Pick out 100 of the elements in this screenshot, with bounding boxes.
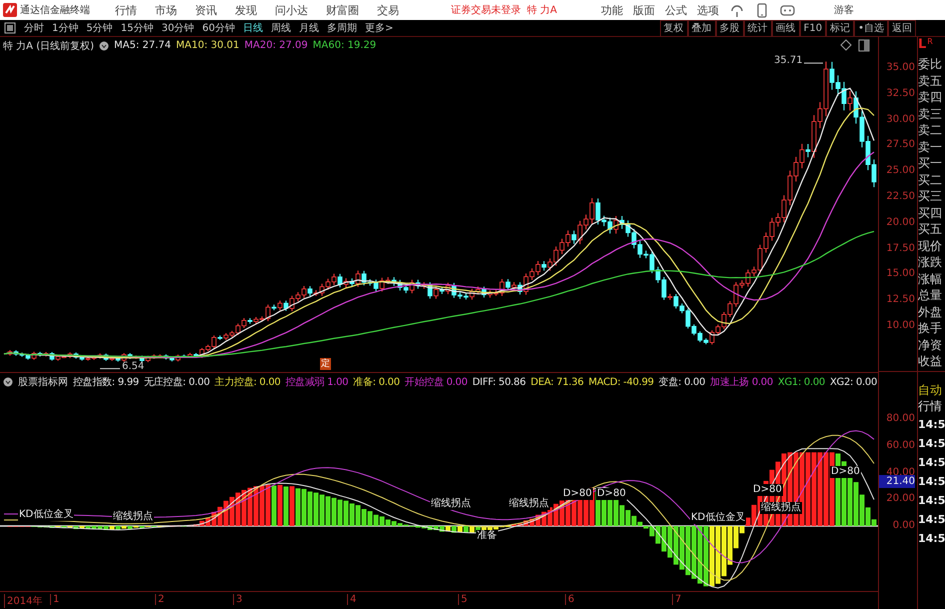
period-tab[interactable]: 15分钟	[120, 21, 154, 35]
panel-toggle[interactable]: R	[927, 37, 933, 47]
signal-marker: 定	[320, 358, 331, 370]
date-label: 4	[347, 594, 356, 606]
trade-time: 14:5	[918, 437, 945, 451]
leader-line	[100, 368, 120, 369]
period-tab[interactable]: 更多>	[364, 21, 394, 35]
period-tab[interactable]: 周线	[270, 21, 291, 35]
menu-item[interactable]: 选项	[697, 2, 720, 18]
quote-label: 卖五	[918, 74, 943, 88]
axis-label: 80.00	[885, 413, 916, 425]
period-tab[interactable]: 多周期	[326, 21, 357, 35]
quote-label: 外盘	[918, 304, 943, 320]
axis-label: 0.00	[892, 520, 916, 532]
ma-value: MA60: 19.29	[312, 40, 376, 52]
panel-toggle[interactable]: L	[918, 37, 926, 53]
chart-title: 特 力A (日线前复权)	[3, 40, 94, 53]
high-price-label: 35.71	[774, 54, 803, 66]
toolbar-button[interactable]: 统计	[744, 20, 772, 36]
ma-value: MA10: 30.01	[176, 40, 240, 52]
toolbar-button[interactable]: 复权	[660, 20, 688, 36]
quote-label: 卖四	[918, 90, 943, 105]
trade-time: 14:5	[918, 475, 945, 489]
signal-label: D>80	[752, 484, 783, 496]
trade-time: 14:5	[918, 513, 945, 527]
axis-label: 12.50	[885, 293, 916, 308]
panel-tab[interactable]: 自动	[918, 382, 945, 398]
menu-item[interactable]: 功能	[601, 2, 624, 18]
panel-tab[interactable]: 行情	[918, 398, 945, 414]
menu-item[interactable]: 发现	[235, 2, 257, 18]
stock-name: 特 力A	[527, 4, 558, 17]
indicator-value: 开始控盘 0.00	[404, 376, 468, 390]
date-label: 5	[458, 594, 468, 606]
period-tab[interactable]: 1分钟	[52, 21, 78, 35]
layout-icon[interactable]	[858, 39, 870, 52]
user-name[interactable]: 游客	[834, 3, 854, 17]
toolbar-button[interactable]: 返回	[888, 20, 916, 36]
indicator-value: 主力控盘: 0.00	[214, 376, 280, 390]
quote-label: 买一	[918, 156, 943, 171]
trade-time: 14:5	[918, 494, 945, 508]
menu-item[interactable]: 版面	[633, 2, 656, 18]
axis-label: 35.00	[885, 61, 916, 75]
date-label: 2014年	[4, 594, 42, 608]
toolbar-button[interactable]: F10	[800, 20, 826, 36]
chat-icon[interactable]	[779, 2, 796, 18]
login-notice: 证券交易未登录	[451, 4, 521, 17]
low-price-label: 6.54	[122, 361, 144, 372]
axis-label: 20.00	[885, 216, 916, 230]
signal-label: KD低位金叉	[18, 509, 74, 522]
quote-label: 卖一	[918, 140, 943, 154]
signal-label: 缩线拐点	[760, 502, 802, 514]
dropdown-icon[interactable]	[3, 377, 13, 388]
indicator-value: XG2: 0.00	[830, 376, 878, 388]
axis-label: 20.00	[885, 493, 916, 506]
phone-icon[interactable]	[755, 2, 770, 18]
menu-item[interactable]: 市场	[155, 2, 177, 18]
toolbar-button[interactable]: •自选	[854, 20, 888, 36]
menu-item[interactable]: 财富圈	[326, 2, 359, 18]
menu-item[interactable]: 资讯	[195, 2, 217, 18]
current-value-label: 21.40	[879, 475, 915, 488]
period-tab[interactable]: 30分钟	[161, 21, 194, 35]
logo-icon	[3, 3, 17, 17]
indicator-value: 准备: 0.00	[353, 376, 400, 390]
toolbar-button[interactable]: 标记	[826, 20, 854, 36]
menu-item[interactable]: 行情	[115, 2, 137, 18]
indicator-name: 股票指标网	[18, 376, 68, 390]
date-label: 7	[672, 594, 682, 606]
antenna-icon[interactable]	[729, 2, 746, 18]
dropdown-icon[interactable]	[99, 40, 110, 51]
menu-item[interactable]: 公式	[665, 2, 688, 18]
toolbar-button[interactable]: 叠加	[688, 20, 716, 36]
panel-icon[interactable]	[4, 22, 16, 34]
toolbar-button[interactable]: 画线	[772, 20, 800, 36]
period-tab[interactable]: 60分钟	[202, 21, 235, 35]
quote-label: 换手	[918, 321, 943, 336]
period-tab[interactable]: 月线	[298, 21, 319, 35]
indicator-value: DEA: 71.36	[530, 376, 584, 388]
leader-line	[804, 62, 824, 64]
quote-label: 涨幅	[918, 272, 943, 286]
indicator-value: 加速上扬 0.00	[710, 376, 773, 390]
signal-label: 准备	[476, 530, 498, 542]
app-title: 通达信金融终端	[20, 4, 90, 17]
date-label: 3	[233, 594, 242, 606]
menu-item[interactable]: 交易	[377, 2, 399, 18]
axis-label: 32.50	[885, 86, 916, 101]
period-tab[interactable]: 5分钟	[86, 21, 113, 35]
period-tab[interactable]: 日线	[242, 21, 263, 35]
signal-label: 缩线拐点	[508, 498, 550, 510]
quote-label: 买二	[918, 172, 943, 188]
toolbar-button[interactable]: 多股	[716, 20, 744, 36]
signal-label: D>80	[830, 466, 861, 478]
period-tab[interactable]: 分时	[24, 21, 44, 35]
ma-value: MA5: 27.74	[114, 40, 172, 52]
quote-label: 总量	[918, 288, 943, 303]
date-label: 6	[565, 594, 574, 606]
date-label: 2	[155, 594, 164, 606]
diamond-icon[interactable]	[840, 39, 852, 52]
indicator-value: 无庄控盘: 0.00	[144, 376, 210, 390]
axis-label: 27.50	[885, 138, 916, 152]
menu-item[interactable]: 问小达	[275, 2, 308, 18]
